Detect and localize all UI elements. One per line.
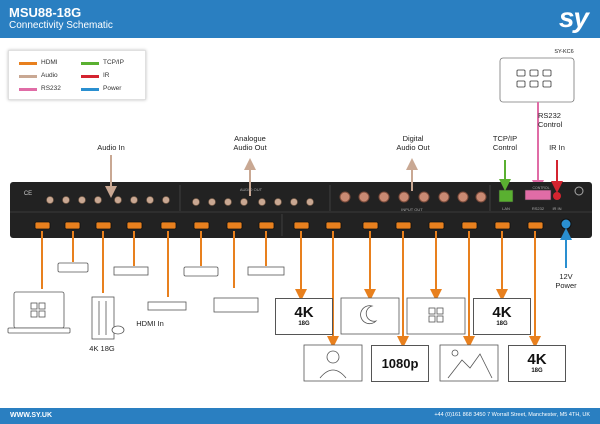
label-panel-audio-out: AUDIO OUT xyxy=(239,187,263,192)
label-digital-audio-out: Digital Audio Out xyxy=(396,134,430,152)
label-sy-kc6: SY-KC6 xyxy=(554,49,574,55)
label-audio-in: Audio In xyxy=(97,143,125,152)
label-panel-rs232: RS232 xyxy=(531,206,545,211)
label-panel-lan: LAN xyxy=(502,206,510,211)
display-4k-18g-2: 4K 18G xyxy=(473,298,531,335)
label-console-4k18g: 4K 18G xyxy=(89,344,115,353)
display-mountain-icon xyxy=(439,344,499,382)
game-console-icon xyxy=(91,296,125,340)
display-subtext: 18G xyxy=(298,321,310,327)
display-text: 4K xyxy=(492,304,512,321)
footer-website[interactable]: WWW.SY.UK xyxy=(10,412,52,419)
label-panel-ce: CE xyxy=(23,191,33,197)
display-subtext: 18G xyxy=(531,368,543,374)
label-hdmi-in: HDMI In xyxy=(136,319,164,328)
display-4k-18g-1: 4K 18G xyxy=(275,298,333,335)
ir-port xyxy=(553,192,561,200)
bluray-player-3 xyxy=(147,301,187,311)
power-port xyxy=(560,218,572,230)
bluray-player-1 xyxy=(113,266,149,276)
label-panel-control: CONTROL xyxy=(532,186,550,190)
label-panel-ir-in: IR IN xyxy=(552,206,562,211)
display-1080p: 1080p xyxy=(371,345,429,382)
display-text: 1080p xyxy=(381,356,419,371)
footer-bar: WWW.SY.UK +44 (0)161 868 3450 7 Worrall … xyxy=(0,408,600,424)
streamer-box-1 xyxy=(57,262,89,273)
streamer-box-2 xyxy=(183,266,219,277)
display-4k-18g-3: 4K 18G xyxy=(508,345,566,382)
display-windows-icon xyxy=(406,297,466,335)
keypad-sy-kc6 xyxy=(499,57,575,103)
display-person-icon xyxy=(303,344,363,382)
label-ir-in: IR In xyxy=(549,143,565,152)
footer-address: +44 (0)161 868 3450 7 Worrall Street, Ma… xyxy=(434,412,590,418)
label-rs232-control: RS232 Control xyxy=(538,111,563,129)
display-text: 4K xyxy=(294,304,314,321)
bluray-player-2 xyxy=(247,266,285,276)
label-tcpip-control: TCP/IP Control xyxy=(492,134,518,152)
display-text: 4K xyxy=(527,351,547,368)
display-moon-icon xyxy=(340,297,400,335)
label-analogue-audio-out: Analogue Audio Out xyxy=(233,134,267,152)
label-panel-input-out: INPUT OUT xyxy=(401,207,423,212)
dvd-player xyxy=(213,297,259,313)
lan-port xyxy=(498,189,514,203)
laptop-icon xyxy=(7,291,71,334)
label-12v-power: 12V Power xyxy=(555,272,577,290)
display-subtext: 18G xyxy=(496,321,508,327)
